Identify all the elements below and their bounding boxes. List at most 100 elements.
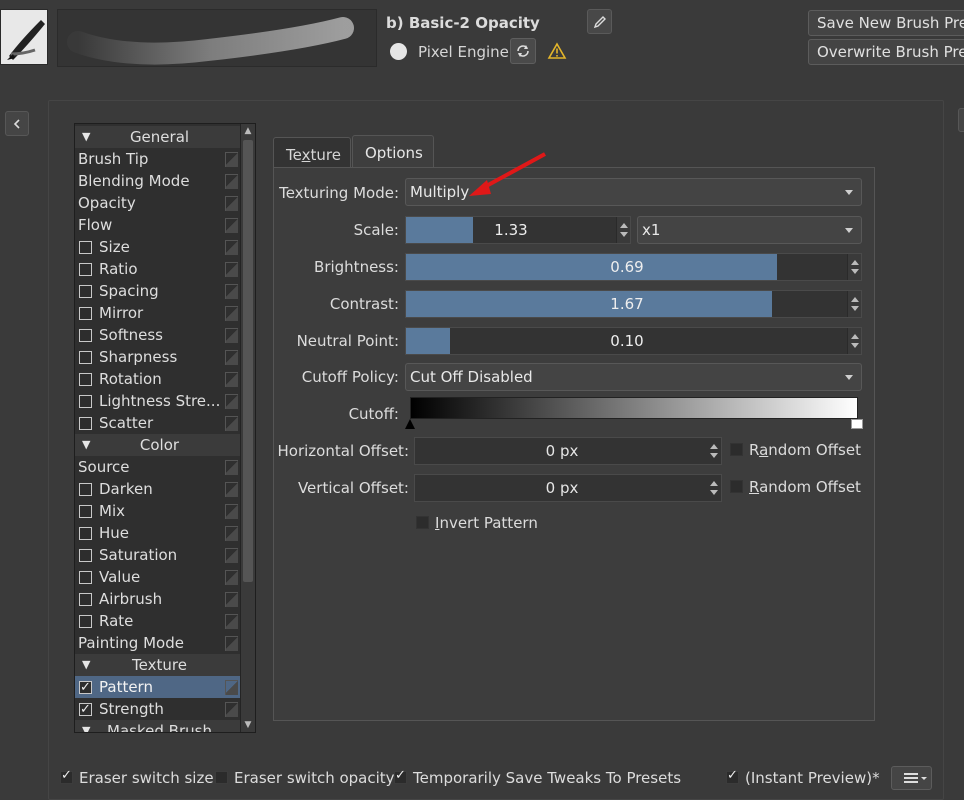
list-item[interactable]: Saturation (75, 544, 241, 566)
list-item[interactable]: Airbrush (75, 588, 241, 610)
lock-icon[interactable] (224, 416, 238, 431)
scale-multiplier-select[interactable]: x1 (637, 216, 862, 244)
list-item-checkbox[interactable] (79, 285, 92, 298)
list-item-checkbox[interactable] (79, 395, 92, 408)
eraser-opacity-checkbox[interactable] (215, 771, 228, 784)
cutoff-max-handle[interactable] (851, 419, 863, 429)
list-item-checkbox[interactable] (79, 351, 92, 364)
list-item[interactable]: Mix (75, 500, 241, 522)
cutoff-min-handle[interactable] (405, 419, 415, 429)
tab-options[interactable]: Options (352, 135, 434, 168)
lock-icon[interactable] (224, 306, 238, 321)
list-item[interactable]: Ratio (75, 258, 241, 280)
list-item[interactable]: Value (75, 566, 241, 588)
list-section-header[interactable]: ▼ General (75, 126, 241, 148)
list-item[interactable]: Sharpness (75, 346, 241, 368)
list-item[interactable]: Scatter (75, 412, 241, 434)
lock-icon[interactable] (224, 570, 238, 585)
list-item[interactable]: Spacing (75, 280, 241, 302)
list-item-checkbox[interactable] (79, 241, 92, 254)
list-item[interactable]: Rotation (75, 368, 241, 390)
collapse-triangle-icon[interactable]: ▼ (82, 434, 90, 456)
invert-pattern-checkbox[interactable] (416, 516, 429, 529)
list-section-header[interactable]: ▼ Masked Brush (75, 720, 241, 732)
list-item-checkbox[interactable] (79, 527, 92, 540)
lock-icon[interactable] (224, 240, 238, 255)
lock-icon[interactable] (224, 526, 238, 541)
lock-icon[interactable] (224, 614, 238, 629)
list-item[interactable]: Hue (75, 522, 241, 544)
cutoff-gradient[interactable] (410, 397, 858, 419)
lock-icon[interactable] (224, 262, 238, 277)
random-offset-h-label[interactable]: Random Offset (749, 441, 861, 459)
list-item[interactable]: Flow (75, 214, 241, 236)
lock-icon[interactable] (224, 680, 238, 695)
list-item[interactable]: Strength (75, 698, 241, 721)
overwrite-preset-button[interactable]: Overwrite Brush Preset (808, 39, 964, 65)
list-item-checkbox[interactable] (79, 307, 92, 320)
reload-preset-button[interactable] (510, 38, 536, 64)
temp-save-label[interactable]: Temporarily Save Tweaks To Presets (413, 769, 681, 787)
list-item[interactable]: Painting Mode (75, 632, 241, 654)
list-section-header[interactable]: ▼ Texture (75, 654, 241, 676)
list-item-checkbox[interactable] (79, 677, 92, 699)
lock-icon[interactable] (224, 636, 238, 651)
scale-slider[interactable]: 1.33 (405, 216, 631, 244)
scroll-thumb[interactable] (243, 140, 253, 582)
list-item-checkbox[interactable] (79, 373, 92, 386)
lock-icon[interactable] (224, 394, 238, 409)
scroll-down-icon[interactable]: ▼ (241, 718, 255, 732)
temp-save-checkbox[interactable] (394, 768, 407, 784)
instant-preview-label[interactable]: (Instant Preview)* (745, 769, 880, 787)
lock-icon[interactable] (224, 592, 238, 607)
list-item-checkbox[interactable] (79, 483, 92, 496)
lock-icon[interactable] (224, 702, 238, 717)
vertical-offset-spin[interactable] (707, 475, 721, 501)
list-item-checkbox[interactable] (79, 263, 92, 276)
list-item[interactable]: Darken (75, 478, 241, 500)
collapse-triangle-icon[interactable]: ▼ (82, 126, 90, 148)
list-item-checkbox[interactable] (79, 417, 92, 430)
options-menu-button[interactable] (891, 766, 932, 790)
cutoff-policy-select[interactable]: Cut Off Disabled (405, 363, 862, 391)
list-scrollbar[interactable]: ▲ ▼ (240, 124, 255, 732)
list-item[interactable]: Size (75, 236, 241, 258)
edit-preset-button[interactable] (587, 9, 612, 34)
list-item-checkbox[interactable] (79, 615, 92, 628)
list-item-checkbox[interactable] (79, 593, 92, 606)
list-item[interactable]: Brush Tip (75, 148, 241, 170)
collapse-panel-button[interactable] (5, 111, 29, 136)
lock-icon[interactable] (224, 372, 238, 387)
tab-texture[interactable]: Texture (273, 137, 351, 168)
neutral-point-spin[interactable] (847, 328, 861, 354)
list-item-checkbox[interactable] (79, 571, 92, 584)
instant-preview-checkbox[interactable] (726, 768, 739, 784)
random-offset-v-checkbox[interactable] (730, 480, 743, 493)
horizontal-offset-spin[interactable] (707, 438, 721, 464)
list-item-checkbox[interactable] (79, 329, 92, 342)
contrast-slider[interactable]: 1.67 (405, 290, 862, 318)
collapse-triangle-icon[interactable]: ▼ (82, 720, 90, 732)
lock-icon[interactable] (224, 218, 238, 233)
random-offset-v-label[interactable]: Random Offset (749, 478, 861, 496)
eraser-opacity-label[interactable]: Eraser switch opacity (234, 769, 395, 787)
list-item[interactable]: Softness (75, 324, 241, 346)
collapse-triangle-icon[interactable]: ▼ (82, 654, 90, 676)
lock-icon[interactable] (224, 196, 238, 211)
list-item[interactable]: Lightness Stre... (75, 390, 241, 412)
horizontal-offset-input[interactable]: 0 px (414, 437, 722, 465)
brush-tool-thumbnail[interactable] (0, 9, 48, 65)
brush-options-list[interactable]: ▼ General Brush Tip Blending Mode Opacity Flo… (74, 123, 256, 733)
expand-right-button[interactable] (958, 108, 964, 132)
lock-icon[interactable] (224, 328, 238, 343)
save-new-preset-button[interactable]: Save New Brush Preset (808, 10, 964, 36)
lock-icon[interactable] (224, 284, 238, 299)
list-item-checkbox[interactable] (79, 505, 92, 518)
list-item[interactable]: Mirror (75, 302, 241, 324)
contrast-spin[interactable] (847, 291, 861, 317)
lock-icon[interactable] (224, 482, 238, 497)
list-item[interactable]: Opacity (75, 192, 241, 214)
list-item[interactable]: Source (75, 456, 241, 478)
lock-icon[interactable] (224, 460, 238, 475)
neutral-point-slider[interactable]: 0.10 (405, 327, 862, 355)
